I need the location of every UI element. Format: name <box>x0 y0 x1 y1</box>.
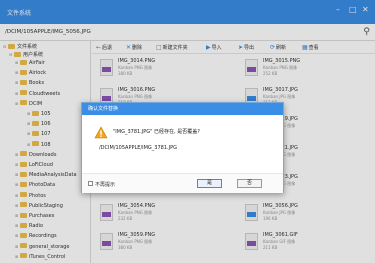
dont-ask-label[interactable]: 不再提示 <box>95 181 115 188</box>
confirm-replace-dialog: 确认文件替换 "IMG_3781.JPG" 已经存在, 是否覆盖? /DCIM/… <box>81 102 284 193</box>
yes-button[interactable]: 是 <box>197 179 222 188</box>
dialog-message: "IMG_3781.JPG" 已经存在, 是否覆盖? <box>113 129 200 135</box>
dont-ask-checkbox[interactable] <box>88 181 93 186</box>
dialog-title: 确认文件替换 <box>82 103 283 115</box>
dialog-file-path: /DCIM/105APPLE/IMG_3781.JPG <box>99 145 177 151</box>
no-button[interactable]: 否 <box>237 179 262 188</box>
dialog-footer: 不再提示 是 否 <box>82 173 283 193</box>
warning-icon <box>94 126 108 139</box>
